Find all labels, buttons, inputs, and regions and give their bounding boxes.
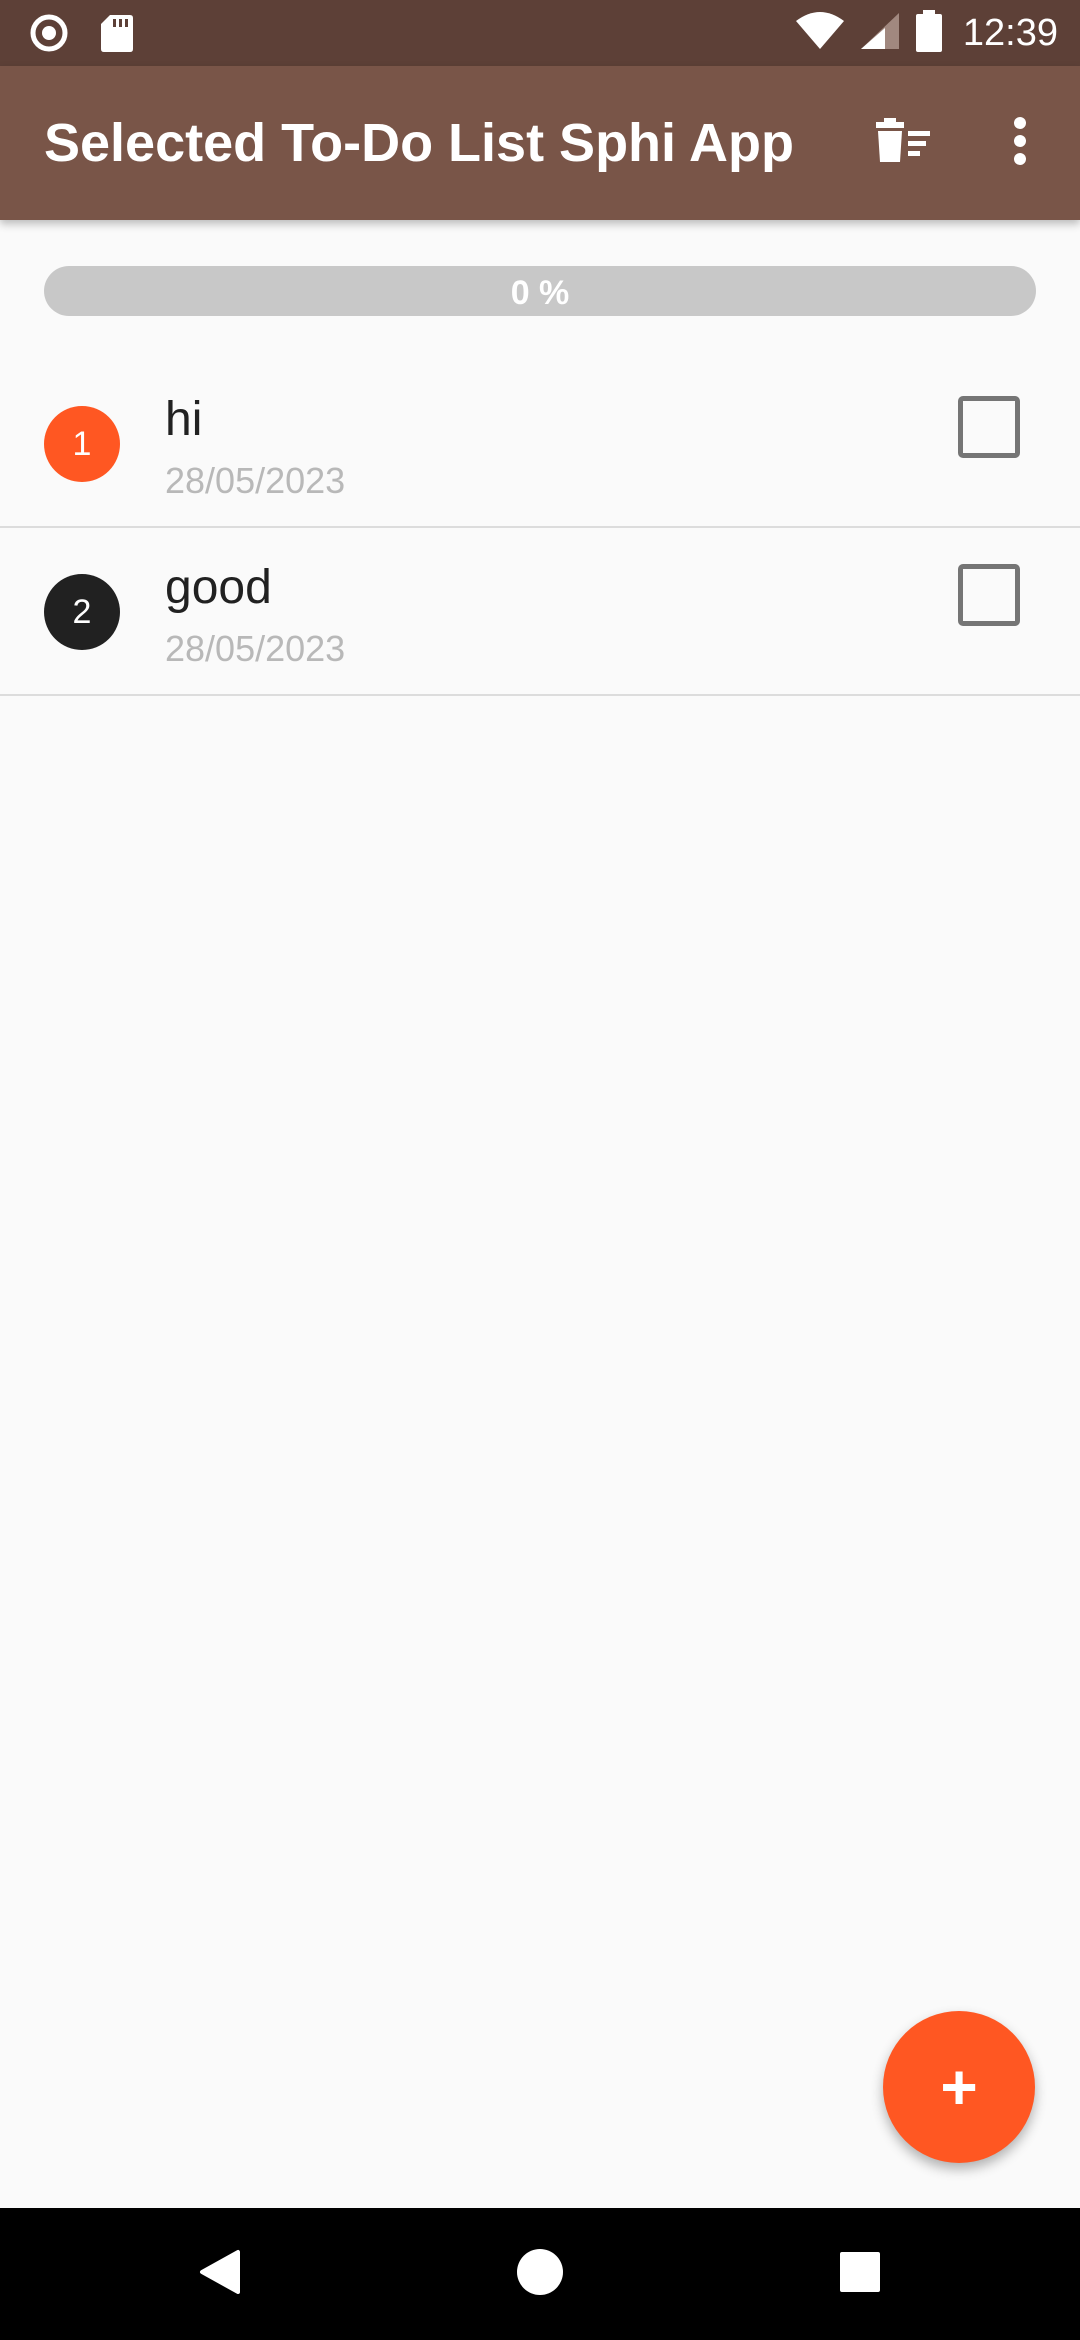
list-item[interactable]: 2 good 28/05/2023 [0, 528, 1080, 696]
back-button[interactable] [180, 2208, 260, 2340]
home-icon [516, 2248, 564, 2301]
progress-bar: 0 % [44, 266, 1036, 316]
status-left-icons [28, 12, 134, 59]
back-icon [198, 2248, 242, 2301]
progress-label: 0 % [510, 274, 570, 312]
battery-icon [915, 9, 943, 58]
add-icon: + [940, 2051, 978, 2123]
home-button[interactable] [500, 2208, 580, 2340]
item-title: good [165, 561, 272, 614]
item-title: hi [165, 393, 203, 446]
delete-list-icon [872, 117, 932, 169]
item-checkbox[interactable] [958, 396, 1020, 458]
navigation-bar [0, 2208, 1080, 2340]
item-checkbox[interactable] [958, 564, 1020, 626]
item-date: 28/05/2023 [165, 460, 346, 501]
record-icon [28, 12, 70, 59]
status-right-icons: 12:39 [795, 0, 1058, 66]
status-bar: 12:39 [0, 0, 1080, 66]
todo-list: 1 hi 28/05/2023 2 good 28/05/2023 [0, 360, 1080, 696]
page-title: Selected To-Do List Sphi App [44, 113, 795, 173]
status-time: 12:39 [962, 11, 1058, 54]
list-item[interactable]: 1 hi 28/05/2023 [0, 360, 1080, 528]
more-options-button[interactable] [990, 66, 1050, 220]
cell-signal-icon [859, 11, 901, 56]
item-number-badge: 2 [44, 574, 120, 650]
item-number-badge: 1 [44, 406, 120, 482]
recents-icon [839, 2251, 881, 2298]
wifi-icon [795, 11, 845, 56]
recents-button[interactable] [820, 2208, 900, 2340]
add-task-button[interactable]: + [883, 2011, 1035, 2163]
delete-list-button[interactable] [862, 66, 942, 220]
more-vert-icon [1013, 116, 1027, 171]
app-bar: Selected To-Do List Sphi App [0, 66, 1080, 220]
item-date: 28/05/2023 [165, 628, 346, 669]
sd-card-icon [100, 13, 134, 58]
